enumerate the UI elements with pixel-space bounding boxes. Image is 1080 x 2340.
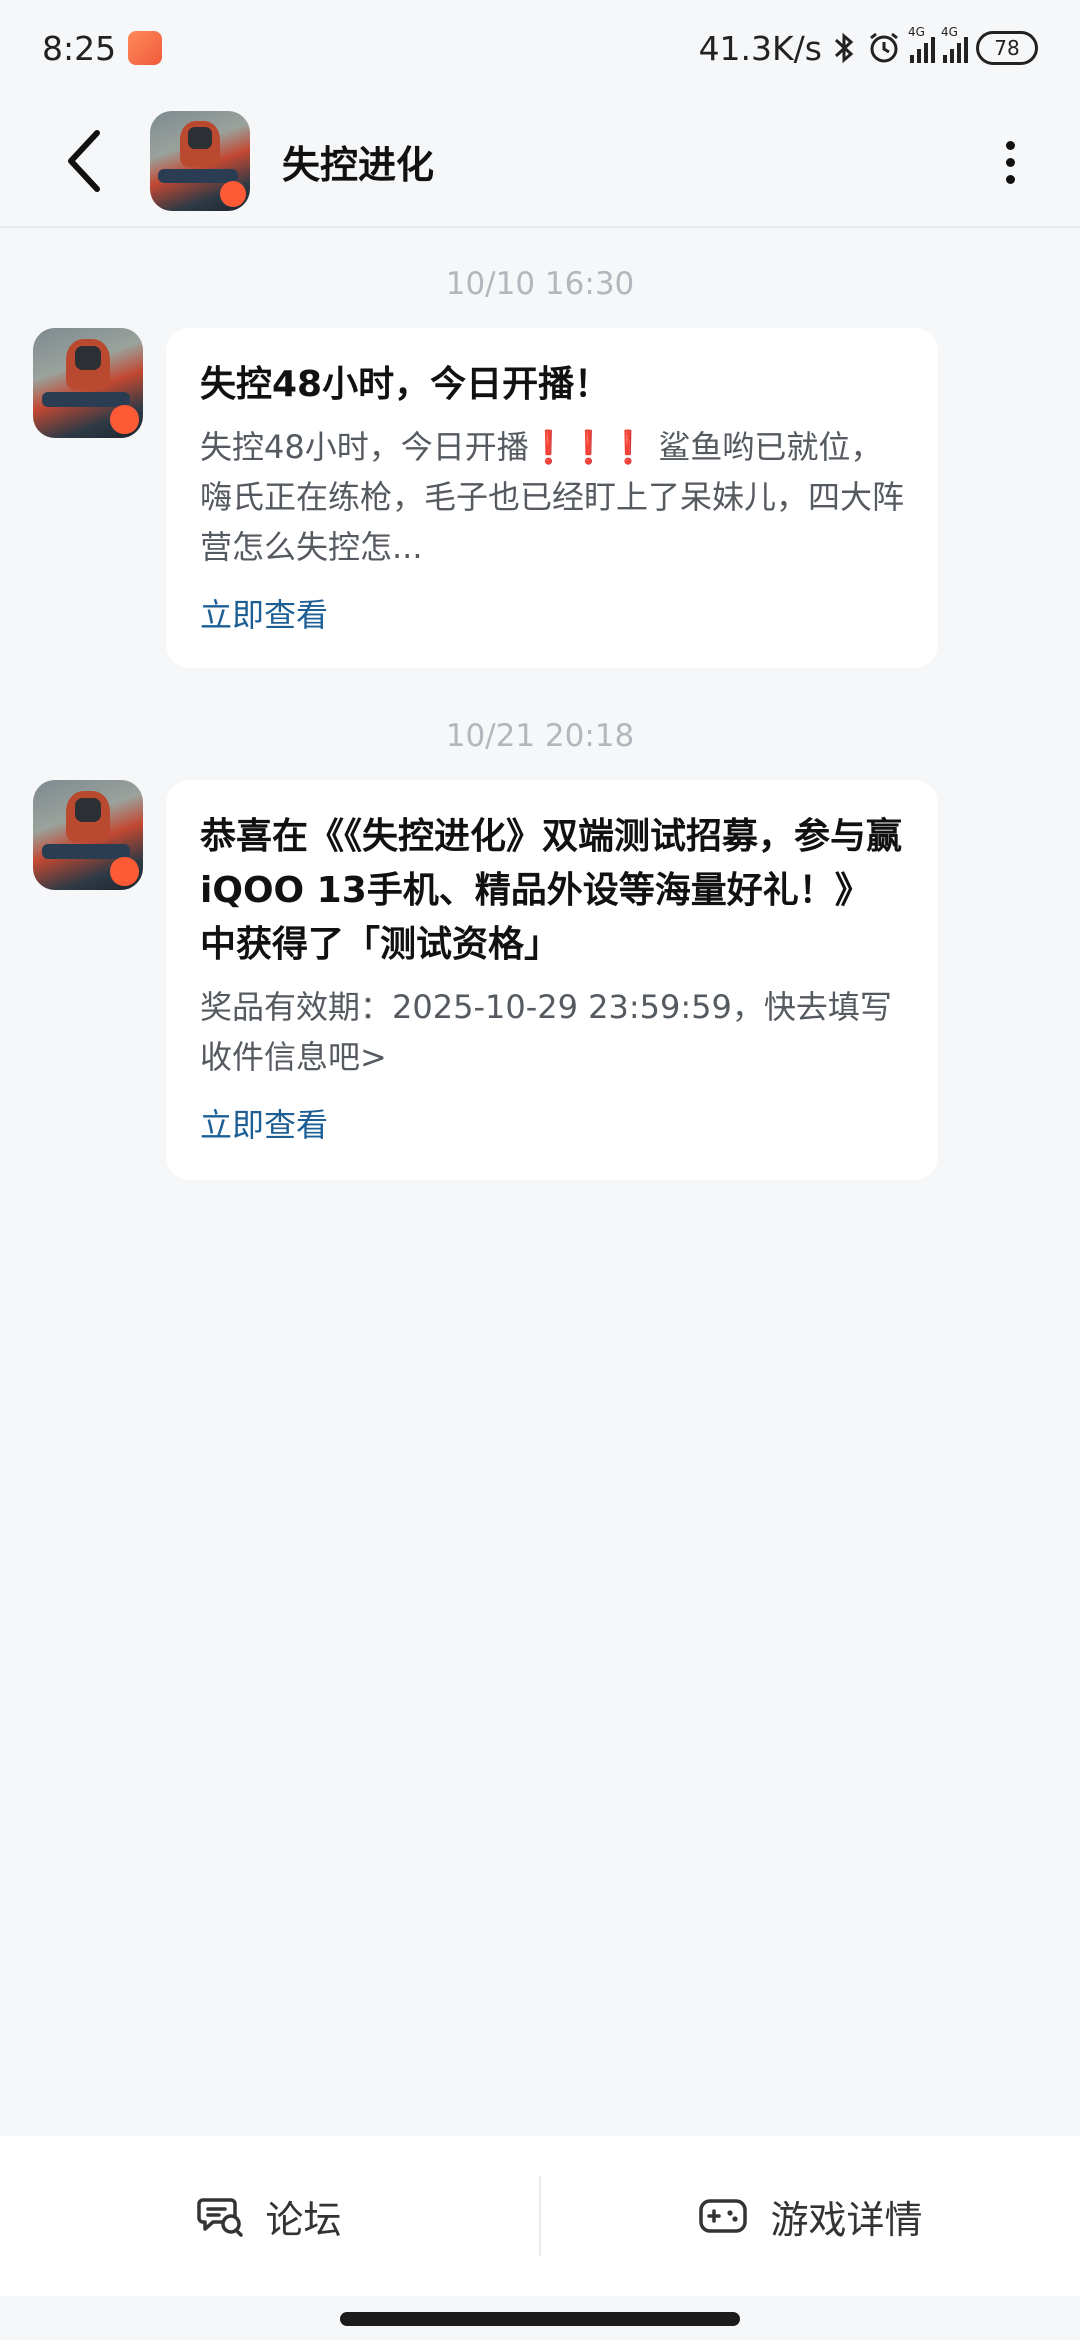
bottom-bar: 论坛 游戏详情 xyxy=(0,2136,1080,2296)
bluetooth-icon xyxy=(834,32,854,64)
view-now-link[interactable]: 立即查看 xyxy=(200,590,328,636)
forum-button[interactable]: 论坛 xyxy=(0,2136,539,2296)
home-indicator[interactable] xyxy=(340,2312,740,2326)
message-card[interactable]: 失控48小时，今日开播！ 失控48小时，今日开播❗❗❗ 鲨鱼哟已就位，嗨氏正在练… xyxy=(166,328,938,668)
signal-tag-2: 4G xyxy=(941,25,958,39)
more-options-button[interactable] xyxy=(980,132,1040,192)
message-timestamp: 10/10 16:30 xyxy=(445,266,635,302)
gamepad-icon xyxy=(699,2199,748,2233)
forum-label: 论坛 xyxy=(265,2197,342,2242)
notification-app-icon xyxy=(128,31,163,65)
message-body: 奖品有效期：2025-10-29 23:59:59，快去填写收件信息吧> xyxy=(200,988,892,1076)
status-bar: 8:25 41.3K/s 4G 4G 78 xyxy=(0,0,1080,96)
status-time: 8:25 xyxy=(42,28,117,68)
signal-tag: 4G xyxy=(908,25,925,39)
sender-avatar[interactable] xyxy=(33,780,143,890)
game-details-button[interactable]: 游戏详情 xyxy=(541,2136,1080,2296)
message-title: 失控48小时，今日开播！ xyxy=(200,364,611,405)
status-left: 8:25 xyxy=(42,28,163,68)
message-title: 恭喜在《《失控进化》双端测试招募，参与赢iQOO 13手机、精品外设等海量好礼！… xyxy=(200,816,903,965)
signal-strength-icon-2: 4G xyxy=(941,25,968,63)
sender-avatar[interactable] xyxy=(33,328,143,438)
header: 失控进化 xyxy=(0,96,1080,228)
message-card[interactable]: 恭喜在《《失控进化》双端测试招募，参与赢iQOO 13手机、精品外设等海量好礼！… xyxy=(166,780,938,1180)
game-avatar[interactable] xyxy=(150,111,250,211)
chevron-left-icon xyxy=(68,130,100,192)
network-speed: 41.3K/s xyxy=(698,28,822,68)
battery-icon: 78 xyxy=(976,31,1038,65)
status-right: 41.3K/s 4G 4G 78 xyxy=(698,25,1038,68)
forum-chat-icon xyxy=(197,2198,244,2237)
view-now-link[interactable]: 立即查看 xyxy=(200,1100,328,1146)
back-button[interactable] xyxy=(50,126,120,196)
message-body: 失控48小时，今日开播❗❗❗ 鲨鱼哟已就位，嗨氏正在练枪，毛子也已经盯上了呆妹儿… xyxy=(200,428,905,566)
message-timestamp: 10/21 20:18 xyxy=(445,718,635,754)
signal-strength-icon: 4G xyxy=(908,25,935,63)
alarm-icon xyxy=(870,32,898,63)
game-details-label: 游戏详情 xyxy=(770,2197,923,2242)
page-title: 失控进化 xyxy=(282,142,435,187)
